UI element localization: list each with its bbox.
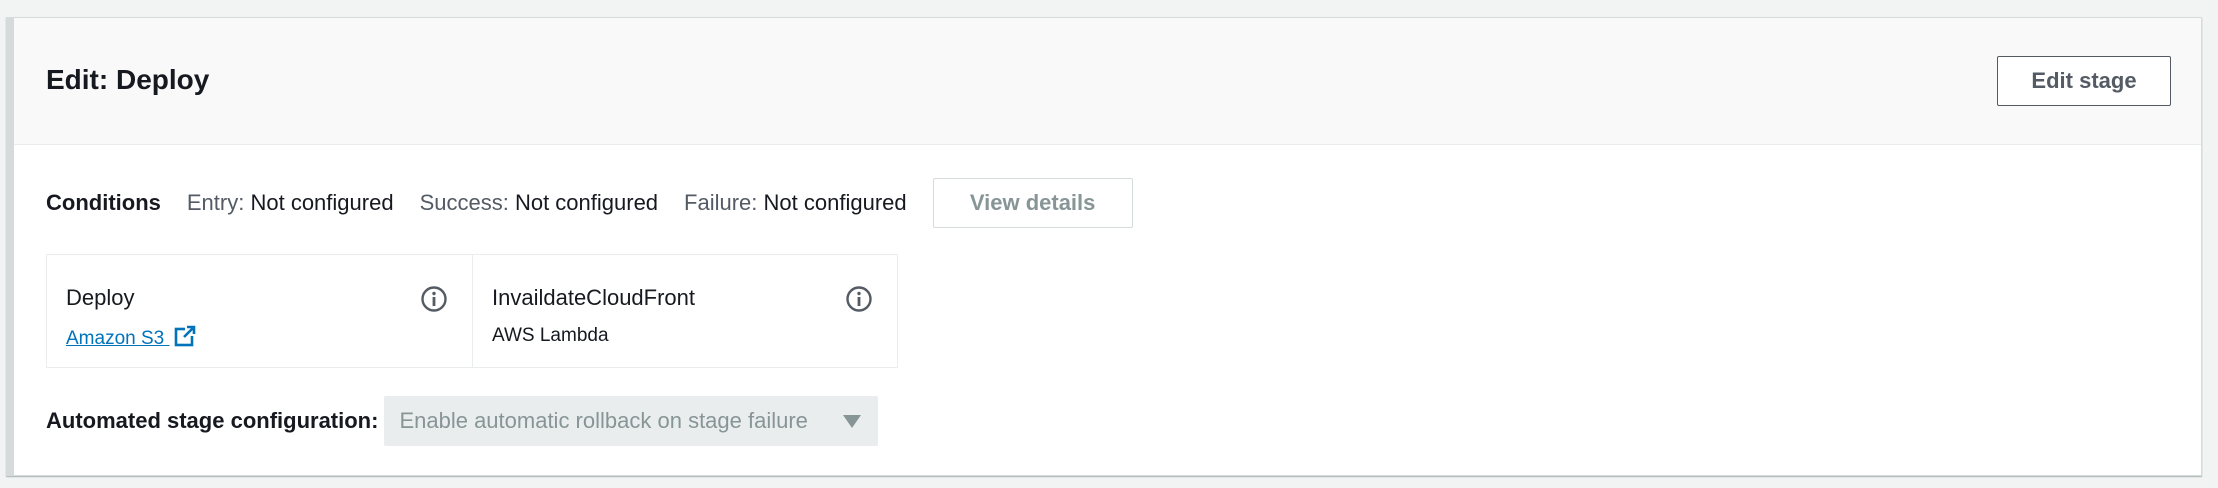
external-link-icon [174,325,196,347]
condition-failure: Failure: Not configured [684,190,907,216]
condition-failure-key: Failure: [684,190,758,215]
action-provider-link[interactable]: Amazon S3 [66,325,196,350]
action-name: InvaildateCloudFront [492,285,696,310]
action-card-deploy: Deploy Amazon S3 [47,255,472,367]
stage-edit-panel: Edit: Deploy Edit stage Conditions Entry… [6,17,2202,476]
conditions-row: Conditions Entry: Not configured Success… [46,178,1133,228]
stage-title: Edit: Deploy [46,64,210,95]
info-icon[interactable] [845,285,873,313]
condition-failure-value: Not configured [763,190,907,215]
condition-success-value: Not configured [514,190,659,215]
view-details-button[interactable]: View details [932,178,1133,228]
page: Edit: Deploy Edit stage Conditions Entry… [0,0,2218,488]
caret-down-icon [843,415,862,428]
action-provider-label: Amazon S3 [66,328,165,349]
conditions-label: Conditions [46,190,161,215]
stage-header: Edit: Deploy Edit stage [14,18,2201,145]
action-card-invalidate-cloudfront: InvaildateCloudFront AWS Lambda [472,255,897,367]
rollback-select-value: Enable automatic rollback on stage failu… [399,408,808,433]
condition-success: Success: Not configured [420,190,658,216]
condition-success-key: Success: [419,190,509,215]
condition-entry-key: Entry: [186,190,245,215]
edit-stage-button[interactable]: Edit stage [1997,56,2171,106]
automated-stage-config-label: Automated stage configuration: [46,408,379,433]
condition-entry-value: Not configured [250,190,394,215]
info-icon[interactable] [420,285,448,313]
action-name: Deploy [66,285,135,310]
condition-entry: Entry: Not configured [187,190,394,216]
action-provider-label: AWS Lambda [492,325,609,346]
actions-grid: Deploy Amazon S3 InvaildateCloudFront AW… [46,254,898,368]
rollback-select[interactable]: Enable automatic rollback on stage failu… [384,396,879,446]
automated-stage-config-row: Automated stage configuration: Enable au… [46,396,879,446]
